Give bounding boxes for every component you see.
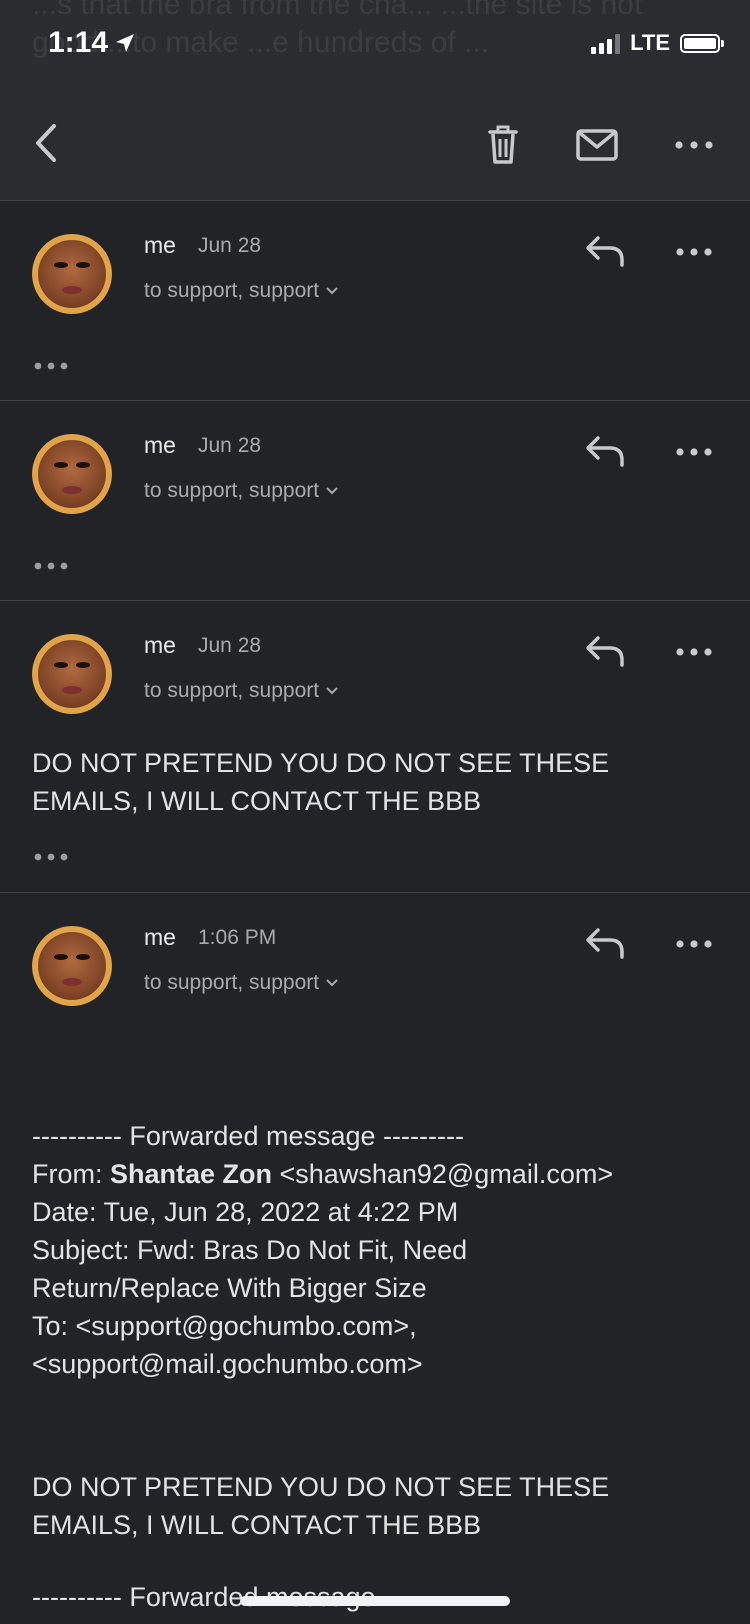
from-email[interactable]: <shawshan92@gmail.com> xyxy=(272,1159,614,1189)
envelope-icon[interactable] xyxy=(572,120,622,170)
more-horizontal-icon[interactable] xyxy=(676,246,712,258)
message-date: Jun 28 xyxy=(198,234,262,257)
divider xyxy=(0,400,750,401)
show-trimmed-content-icon[interactable] xyxy=(34,561,68,571)
top-toolbar: ...s that the bra from the cha... ...the… xyxy=(0,0,750,201)
forward-from: From: Shantae Zon <shawshan92@gmail.com> xyxy=(32,1155,732,1193)
avatar xyxy=(32,234,112,314)
recipients-toggle[interactable]: to support, support xyxy=(144,971,339,995)
message-body: DO NOT PRETEND YOU DO NOT SEE THESE EMAI… xyxy=(32,748,610,816)
show-trimmed-content-icon[interactable] xyxy=(34,361,68,371)
avatar xyxy=(32,434,112,514)
status-indicators: LTE xyxy=(591,30,724,56)
status-time: 1:14 xyxy=(48,26,136,60)
recipients-text: to support, support xyxy=(144,479,320,502)
sender-name: me xyxy=(144,432,176,458)
recipients-toggle[interactable]: to support, support xyxy=(144,679,339,703)
avatar xyxy=(32,926,112,1006)
chevron-down-icon xyxy=(326,287,338,295)
more-horizontal-icon[interactable] xyxy=(676,938,712,950)
forward-subject: Subject: Fwd: Bras Do Not Fit, Need xyxy=(32,1235,468,1265)
chevron-down-icon xyxy=(326,687,338,695)
chevron-down-icon xyxy=(326,487,338,495)
recipients-toggle[interactable]: to support, support xyxy=(144,279,339,303)
from-name: Shantae Zon xyxy=(110,1159,273,1189)
show-trimmed-content-icon[interactable] xyxy=(34,852,68,862)
recipients-text: to support, support xyxy=(144,679,320,702)
home-indicator[interactable] xyxy=(240,1596,510,1606)
network-type: LTE xyxy=(630,30,670,55)
email-thread-screen: ...s that the bra from the cha... ...the… xyxy=(0,0,750,1624)
from-label: From: xyxy=(32,1159,110,1189)
message-date: Jun 28 xyxy=(198,634,262,657)
forward-to[interactable]: To: <support@gochumbo.com>, xyxy=(32,1307,732,1345)
message-date: 1:06 PM xyxy=(198,926,277,949)
chevron-left-icon[interactable] xyxy=(28,118,68,168)
trash-icon[interactable] xyxy=(478,120,528,170)
clock-text: 1:14 xyxy=(48,26,109,59)
divider xyxy=(0,892,750,893)
forward-to-cont[interactable]: <support@mail.gochumbo.com> xyxy=(32,1345,732,1383)
reply-icon[interactable] xyxy=(584,926,628,960)
avatar xyxy=(32,634,112,714)
sender-name: me xyxy=(144,924,176,950)
chevron-down-icon xyxy=(326,979,338,987)
more-horizontal-icon[interactable] xyxy=(676,446,712,458)
reply-icon[interactable] xyxy=(584,234,628,268)
reply-icon[interactable] xyxy=(584,634,628,668)
forward-date: Date: Tue, Jun 28, 2022 at 4:22 PM xyxy=(32,1197,459,1227)
divider xyxy=(0,600,750,601)
recipients-text: to support, support xyxy=(144,971,320,994)
signal-strength-icon xyxy=(591,32,621,54)
forward-header: ---------- Forwarded message --------- xyxy=(32,1121,464,1151)
sender-name: me xyxy=(144,232,176,258)
reply-icon[interactable] xyxy=(584,434,628,468)
forward-subject-cont: Return/Replace With Bigger Size xyxy=(32,1273,427,1303)
battery-icon xyxy=(680,33,724,53)
more-horizontal-icon[interactable] xyxy=(674,120,714,170)
message-body: DO NOT PRETEND YOU DO NOT SEE THESE EMAI… xyxy=(32,1472,610,1540)
forwarded-message-block: ---------- Forwarded message --------- F… xyxy=(32,1117,732,1383)
sender-name: me xyxy=(144,632,176,658)
location-arrow-icon xyxy=(116,34,135,52)
more-horizontal-icon[interactable] xyxy=(676,646,712,658)
recipients-toggle[interactable]: to support, support xyxy=(144,479,339,503)
message-date: Jun 28 xyxy=(198,434,262,457)
recipients-text: to support, support xyxy=(144,279,320,302)
